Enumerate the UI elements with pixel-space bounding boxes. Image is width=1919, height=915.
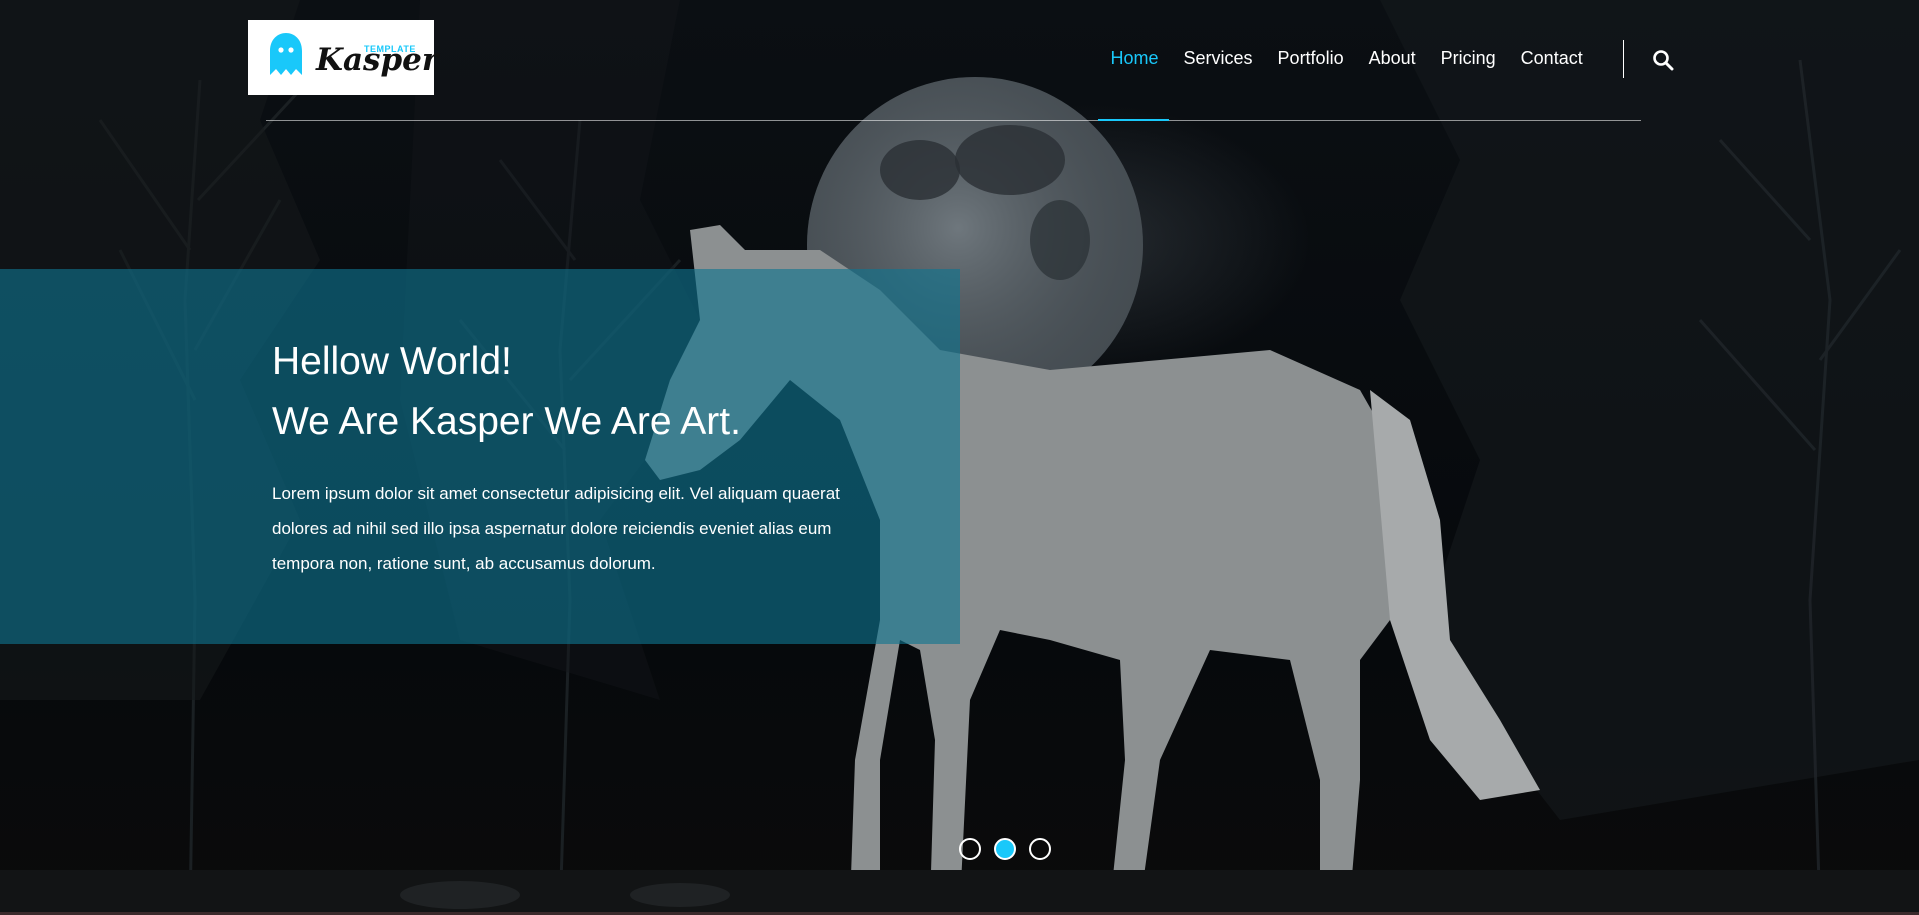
logo-name: Kasper: [316, 42, 439, 78]
header-divider: [266, 120, 1641, 121]
nav-item-home[interactable]: Home: [1098, 44, 1171, 73]
nav-item-pricing[interactable]: Pricing: [1428, 44, 1508, 73]
nav-divider: [1623, 40, 1624, 78]
nav-item-portfolio[interactable]: Portfolio: [1265, 44, 1356, 73]
hero-heading-line1: Hellow World!: [272, 340, 512, 383]
slider-bullets: [959, 838, 1051, 860]
site-header: TEMPLATE Kasper Home Services Portfolio …: [0, 0, 1919, 121]
active-nav-indicator: [1098, 119, 1169, 121]
nav-item-services[interactable]: Services: [1171, 44, 1265, 73]
slider-bullet-1[interactable]: [959, 838, 981, 860]
nav-item-contact[interactable]: Contact: [1508, 44, 1595, 73]
hero-text-panel: Hellow World! We Are Kasper We Are Art. …: [0, 269, 960, 644]
logo[interactable]: TEMPLATE Kasper: [248, 20, 438, 95]
hero-heading-line2: We Are Kasper We Are Art.: [272, 400, 741, 443]
main-nav: Home Services Portfolio About Pricing Co…: [1098, 44, 1595, 73]
hero-description: Lorem ipsum dolor sit amet consectetur a…: [272, 484, 840, 573]
slider-bullet-3[interactable]: [1029, 838, 1051, 860]
slider-bullet-2[interactable]: [994, 838, 1016, 860]
search-icon[interactable]: [1652, 49, 1674, 71]
nav-item-about[interactable]: About: [1356, 44, 1428, 73]
ghost-icon: [270, 33, 302, 75]
